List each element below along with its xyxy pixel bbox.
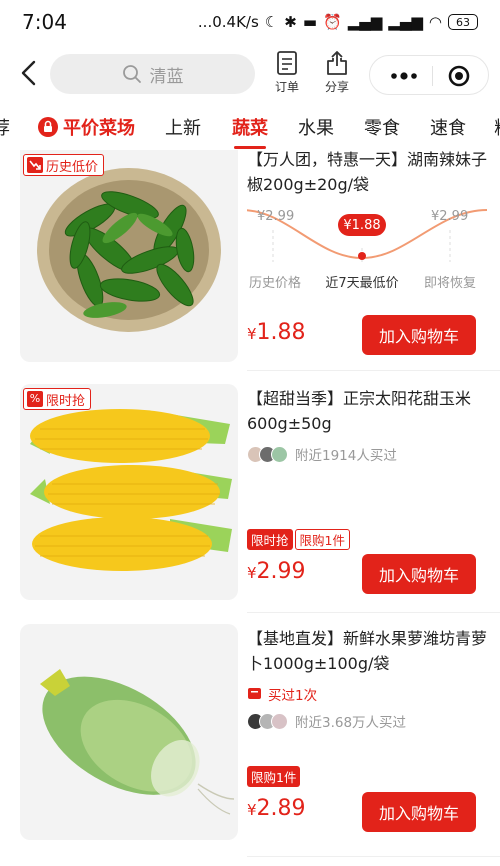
search-placeholder: 清蓝 <box>149 66 184 87</box>
signal-2-icon: ▂▄▆ <box>388 13 423 31</box>
limit-one-tag: 限购1件 <box>294 529 350 550</box>
flash-sale-tag: 限时抢 <box>247 529 293 550</box>
purchase-history-text: 买过1次 <box>268 688 318 704</box>
percent-icon: % <box>27 391 43 407</box>
price-value: 2.99 <box>256 559 306 584</box>
history-price: ¥2.99 <box>257 209 295 224</box>
share-button[interactable]: 分享 <box>318 50 356 95</box>
product-title[interactable]: 【超甜当季】正宗太阳花甜玉米600g±50g <box>247 386 487 436</box>
restore-price: ¥2.99 <box>431 209 469 224</box>
avatar <box>271 445 288 463</box>
product-image-chili[interactable]: 历史低价 <box>20 150 238 362</box>
wifi-icon: ◠ <box>428 13 442 31</box>
status-time: 7:04 <box>22 10 67 34</box>
add-to-cart-button[interactable]: 加入购物车 <box>362 315 476 355</box>
restore-price-label: 即将恢复 <box>423 276 476 291</box>
share-label: 分享 <box>324 80 349 94</box>
lowest-price-label: 近7天最低价 <box>325 276 399 291</box>
search-icon <box>122 65 141 83</box>
product-image-radish[interactable] <box>20 624 238 840</box>
buyer-count-text: 附近1914人买过 <box>295 448 397 464</box>
lowest-price-bubble: ¥1.88 <box>338 214 386 236</box>
orders-icon <box>277 51 297 75</box>
tab-vegetables[interactable]: 蔬菜 <box>232 114 268 149</box>
network-speed: ...0.4K/s <box>197 13 259 31</box>
corn-image <box>30 409 232 571</box>
add-to-cart-button[interactable]: 加入购物车 <box>362 792 476 832</box>
card-divider <box>247 612 500 613</box>
currency-symbol: ¥ <box>247 801 257 819</box>
back-icon[interactable] <box>16 58 42 88</box>
tab-instant-food[interactable]: 速食 <box>430 114 466 140</box>
category-tabs: 荐 平价菜场 上新 蔬菜 水果 零食 速食 粮 <box>0 106 500 150</box>
signal-icon: ▂▄▆ <box>347 13 383 31</box>
product-image-corn[interactable]: % 限时抢 <box>20 384 238 600</box>
capsule-divider <box>432 66 433 86</box>
search-input[interactable]: 清蓝 <box>50 54 255 94</box>
product-price: ¥2.99 <box>247 559 306 584</box>
tab-budget-market-label: 平价菜场 <box>63 118 135 139</box>
history-low-price-badge: 历史低价 <box>23 154 105 176</box>
history-price-label: 历史价格 <box>248 276 301 291</box>
alarm-icon: ⏰ <box>323 13 342 31</box>
buyer-avatars <box>247 445 288 463</box>
battery-icon: 63 <box>448 14 478 30</box>
chili-pepper-image <box>37 168 221 332</box>
status-bar: 7:04 ...0.4K/s ☾ ✱ ▬ ⏰ ▂▄▆ ▂▄▆ ◠ 63 <box>0 0 500 44</box>
header: 清蓝 订单 分享 <box>0 44 500 106</box>
avatar <box>271 712 288 730</box>
share-icon <box>327 51 347 75</box>
product-price: ¥2.89 <box>247 796 306 821</box>
bluetooth-icon: ✱ <box>284 13 297 31</box>
orders-button[interactable]: 订单 <box>268 50 306 95</box>
promo-tags: 限购1件 <box>247 766 301 787</box>
radish-image <box>40 669 235 815</box>
currency-symbol: ¥ <box>247 325 257 343</box>
badge-label: 限时抢 <box>46 393 86 409</box>
toggle-icon: ▬ <box>302 13 317 31</box>
price-value: 2.89 <box>256 796 306 821</box>
buyer-avatars <box>247 712 288 730</box>
tab-recommend[interactable]: 荐 <box>0 114 10 140</box>
product-price: ¥1.88 <box>247 320 306 345</box>
limit-one-tag: 限购1件 <box>247 766 301 787</box>
promo-tags: 限时抢 限购1件 <box>247 529 350 550</box>
buyer-count: 附近3.68万人买过 <box>247 711 406 731</box>
add-to-cart-button[interactable]: 加入购物车 <box>362 554 476 594</box>
badge-label: 历史低价 <box>46 159 99 175</box>
flash-sale-badge: % 限时抢 <box>23 388 92 410</box>
lock-icon <box>38 117 58 137</box>
bag-icon <box>247 685 262 704</box>
tab-budget-market[interactable]: 平价菜场 <box>38 114 135 140</box>
more-icon[interactable] <box>384 64 424 88</box>
price-trend: ¥2.99 ¥1.88 ¥2.99 历史价格 近7天最低价 即将恢复 <box>247 200 487 291</box>
tab-fruits[interactable]: 水果 <box>298 114 334 140</box>
moon-icon: ☾ <box>264 13 279 31</box>
tab-grain[interactable]: 粮 <box>494 114 500 140</box>
status-icons: ...0.4K/s ☾ ✱ ▬ ⏰ ▂▄▆ ▂▄▆ ◠ 63 <box>198 13 478 31</box>
tab-new[interactable]: 上新 <box>165 114 201 140</box>
orders-label: 订单 <box>274 80 299 94</box>
purchase-history: 买过1次 <box>247 684 317 704</box>
close-miniapp-icon[interactable] <box>448 65 470 87</box>
buyer-count: 附近1914人买过 <box>247 444 397 464</box>
product-title[interactable]: 【基地直发】新鲜水果萝潍坊青萝卜1000g±100g/袋 <box>247 626 487 676</box>
product-title[interactable]: 【万人团，特惠一天】湖南辣妹子椒200g±20g/袋 <box>247 150 487 197</box>
product-card[interactable]: 历史低价 【万人团，特惠一天】湖南辣妹子椒200g±20g/袋 ¥2.99 ¥1… <box>0 150 500 371</box>
card-divider <box>247 370 500 371</box>
product-card[interactable]: 【基地直发】新鲜水果萝潍坊青萝卜1000g±100g/袋 买过1次 附近3.68… <box>0 624 500 854</box>
buyer-count-text: 附近3.68万人买过 <box>295 715 407 731</box>
product-list: 历史低价 【万人团，特惠一天】湖南辣妹子椒200g±20g/袋 ¥2.99 ¥1… <box>0 150 500 866</box>
tab-snacks[interactable]: 零食 <box>364 114 400 140</box>
trend-down-icon <box>27 157 43 173</box>
price-value: 1.88 <box>256 320 306 345</box>
miniapp-capsule <box>369 55 489 95</box>
card-divider <box>247 856 500 857</box>
currency-symbol: ¥ <box>247 564 257 582</box>
product-card[interactable]: % 限时抢 【超甜当季】正宗太阳花甜玉米600g±50g 附近1914人买过 限… <box>0 384 500 613</box>
